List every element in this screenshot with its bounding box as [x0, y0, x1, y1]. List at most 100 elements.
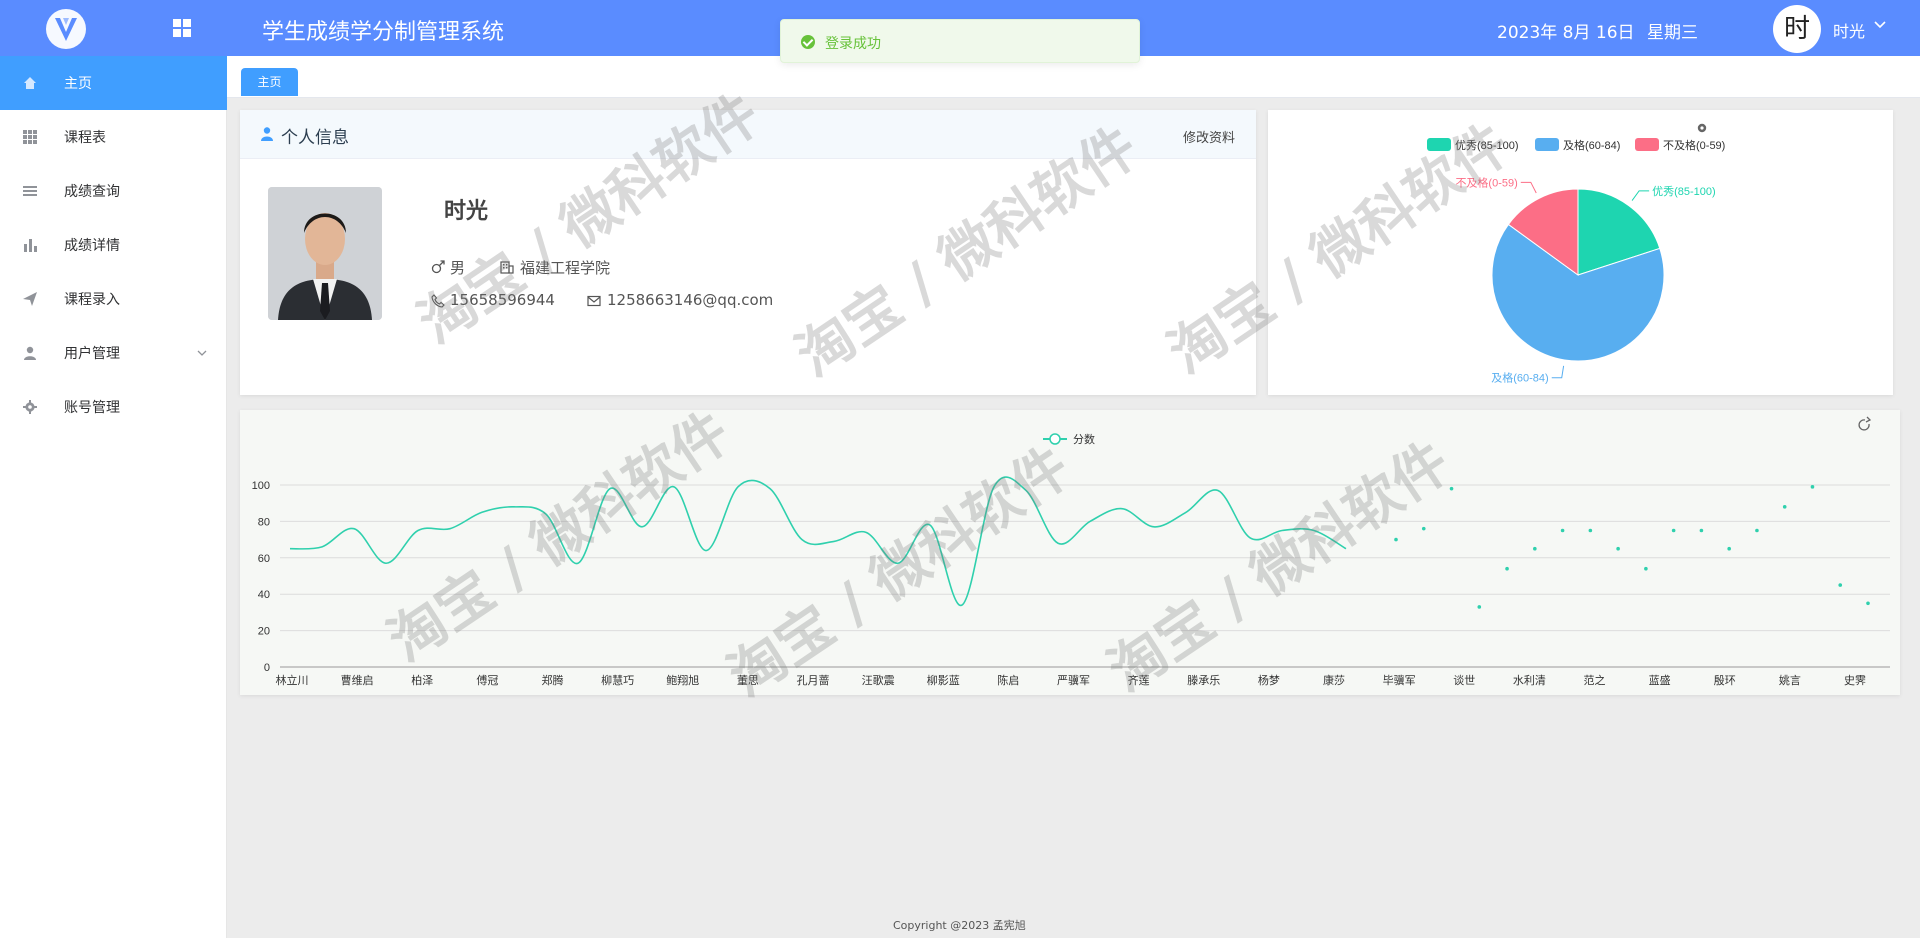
x-tick-label: 姚言 [1779, 673, 1801, 687]
legend-label: 不及格(0-59) [1663, 138, 1725, 152]
x-tick-label: 柳影蓝 [927, 673, 960, 687]
legend-item[interactable]: 分数 [1043, 433, 1095, 446]
app-title: 学生成绩学分制管理系统 [262, 20, 505, 45]
data-point [1505, 566, 1509, 571]
x-tick-label: 傅冠 [476, 673, 498, 687]
data-point [1671, 528, 1676, 533]
data-point [1838, 583, 1843, 587]
data-point [1477, 605, 1482, 609]
profile-gender: 男 [450, 259, 466, 277]
refresh-icon[interactable] [1858, 416, 1872, 431]
sidebar-item-label: 成绩详情 [64, 238, 120, 254]
card-title: 个人信息 [281, 128, 349, 148]
x-tick-label: 杨梦 [1258, 673, 1280, 687]
avatar[interactable]: 时 [1773, 5, 1821, 53]
data-point [1560, 528, 1565, 533]
pie-label: 不及格(0-59) [1455, 175, 1517, 189]
chevron-down-icon [197, 350, 207, 356]
y-tick-label: 60 [258, 553, 270, 565]
send-icon [23, 292, 37, 306]
footer-copyright: Copyright @2023 孟宪旭 [893, 919, 1026, 932]
legend-swatch [1427, 138, 1451, 151]
chevron-down-icon[interactable] [1873, 18, 1887, 32]
sidebar-item-home[interactable]: 主页 [0, 56, 227, 110]
y-tick-label: 20 [258, 626, 270, 638]
x-tick-label: 毕骥军 [1383, 674, 1416, 687]
data-point [1810, 485, 1815, 489]
legend-item[interactable]: 优秀(85-100) [1427, 138, 1519, 152]
sidebar-item-label: 课程表 [64, 130, 106, 146]
legend-swatch [1535, 138, 1559, 151]
app-logo[interactable] [46, 9, 86, 49]
score-chart-card: 0 20 40 60 80 100 分数 林立川 曹维启 柏泽 傅冠 郑腾 柳慧巧 鲍翔旭 董思 孔月蔷 汪歌震… [240, 410, 1900, 695]
x-tick-label: 柳慧巧 [601, 673, 634, 687]
pie-leader [1520, 181, 1537, 194]
x-tick-label: 康莎 [1323, 673, 1345, 687]
data-point [1755, 528, 1759, 533]
success-toast: 登录成功 [780, 19, 1140, 63]
bar-chart-icon [24, 239, 37, 252]
list-icon [23, 186, 37, 196]
pie-leader [1551, 365, 1565, 379]
x-tick-label: 范之 [1584, 673, 1606, 687]
legend-item[interactable]: 不及格(0-59) [1635, 138, 1725, 152]
y-tick-label: 0 [264, 662, 270, 674]
x-tick-label: 史霁 [1844, 674, 1866, 687]
sidebar-item-label: 成绩查询 [64, 184, 120, 200]
user-icon [261, 127, 273, 141]
data-point [1394, 537, 1398, 542]
personal-info-card: 个人信息 修改资料 时光 男 福建工程学院 15658596944 125866… [240, 110, 1256, 395]
menu-toggle-icon[interactable] [172, 18, 192, 38]
home-icon [24, 77, 36, 89]
toolbox-settings[interactable] [1697, 123, 1707, 133]
tab-home[interactable]: 主页 [241, 68, 298, 96]
x-tick-label: 曹维启 [341, 674, 374, 687]
current-weekday: 星期三 [1647, 23, 1698, 43]
data-point [1449, 486, 1454, 491]
check-circle-icon [801, 35, 815, 49]
card-header: 个人信息 修改资料 [240, 110, 1256, 159]
current-date: 2023年 8月 16日 [1497, 23, 1635, 43]
x-tick-label: 汪歌震 [862, 673, 895, 687]
x-tick-label: 严骥军 [1057, 674, 1090, 687]
data-point [1727, 546, 1731, 551]
data-point [1421, 526, 1426, 531]
x-tick-label: 滕承乐 [1187, 673, 1220, 687]
data-point [1866, 601, 1870, 606]
grade-distribution-card: 优秀(85-100) 及格(60-84) 不及格(0-59) 优秀(85-100) 及格… [1268, 110, 1893, 395]
x-tick-label: 谈世 [1453, 674, 1475, 687]
grid-icon [23, 130, 37, 144]
data-point [1533, 546, 1537, 551]
x-tick-label: 鲍翔旭 [666, 673, 699, 687]
legend-item[interactable]: 及格(60-84) [1535, 138, 1620, 152]
sidebar-item-course-entry[interactable]: 课程录入 [0, 272, 227, 326]
logo-icon [55, 18, 77, 41]
sidebar: 主页 课程表 成绩查询 成绩详情 课程录入 用户管理 账号管理 [0, 56, 227, 938]
legend-label: 及格(60-84) [1563, 138, 1620, 152]
series-line [289, 476, 1347, 606]
user-menu[interactable]: 时光 [1833, 18, 1865, 42]
line-chart: 0 20 40 60 80 100 分数林立川 曹维启 柏泽 傅冠 郑腾 柳慧巧 鲍翔旭 董思 孔月蔷 汪歌震… [252, 416, 1890, 687]
sidebar-item-label: 主页 [64, 76, 92, 92]
sidebar-item-account-management[interactable]: 账号管理 [0, 380, 227, 434]
sidebar-item-user-management[interactable]: 用户管理 [0, 326, 227, 380]
x-tick-label: 孔月蔷 [797, 674, 830, 687]
x-tick-label: 郑腾 [542, 673, 564, 687]
sidebar-item-score-detail[interactable]: 成绩详情 [0, 218, 227, 272]
male-icon [431, 260, 445, 274]
x-tick-label: 柏泽 [411, 673, 433, 687]
x-tick-label: 董思 [737, 674, 759, 687]
pie-label: 及格(60-84) [1491, 371, 1548, 385]
profile-email: 1258663146@qq.com [607, 291, 774, 309]
building-icon [500, 261, 514, 274]
pie-leader [1631, 190, 1650, 201]
x-tick-label: 林立川 [276, 673, 309, 687]
data-point [1588, 528, 1593, 533]
sidebar-item-schedule[interactable]: 课程表 [0, 110, 227, 164]
sidebar-item-score-query[interactable]: 成绩查询 [0, 164, 227, 218]
sidebar-item-label: 课程录入 [64, 292, 120, 308]
edit-profile-link[interactable]: 修改资料 [1183, 127, 1235, 146]
legend-label: 分数 [1073, 433, 1095, 446]
sidebar-item-label: 用户管理 [64, 346, 120, 362]
data-point [1782, 505, 1787, 509]
